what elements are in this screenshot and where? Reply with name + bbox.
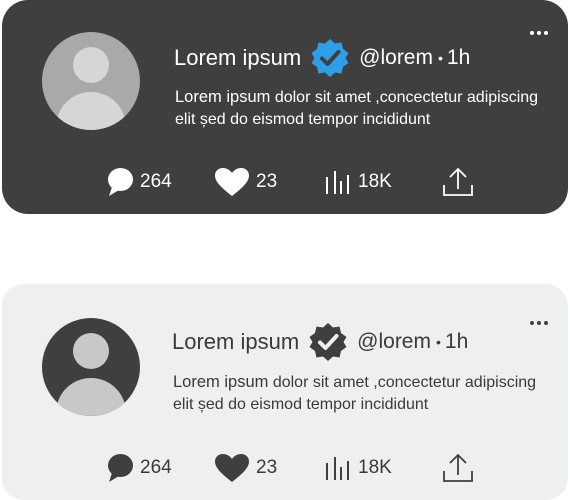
verified-badge-icon — [307, 321, 349, 363]
post-timestamp: 1h — [444, 330, 469, 353]
action-bar: 264 23 18K — [106, 166, 486, 198]
avatar-head — [73, 333, 109, 369]
post-text: Lorem ipsum dolor sit amet ,concectetur … — [175, 86, 555, 131]
separator-dot: • — [437, 50, 443, 66]
like-button[interactable]: 23 — [214, 452, 277, 484]
more-options-icon[interactable] — [530, 320, 548, 326]
reply-button[interactable]: 264 — [106, 166, 172, 198]
verified-badge-icon — [309, 37, 351, 79]
post-card-light[interactable]: Lorem ipsum @lorem • 1h Lorem ipsum dolo… — [2, 284, 568, 500]
share-button[interactable] — [442, 452, 474, 484]
heart-icon — [214, 167, 250, 197]
author-handle[interactable]: @lorem — [359, 46, 433, 70]
reply-count: 264 — [140, 171, 172, 192]
avatar[interactable] — [42, 32, 140, 130]
heart-icon — [214, 453, 250, 483]
comment-icon — [106, 453, 134, 483]
views-button[interactable]: 18K — [324, 452, 392, 484]
separator-dot: • — [435, 334, 441, 350]
avatar[interactable] — [42, 318, 140, 416]
post-text-lead: Lorem ipsum — [175, 88, 271, 106]
like-count: 23 — [256, 171, 278, 192]
author-handle[interactable]: @lorem — [357, 330, 431, 354]
share-button[interactable] — [442, 166, 474, 198]
post-card-dark[interactable]: Lorem ipsum @lorem • 1h Lorem ipsum dolo… — [2, 0, 568, 214]
more-options-icon[interactable] — [530, 30, 548, 36]
post-header: Lorem ipsum @lorem • 1h — [172, 322, 468, 362]
comment-icon — [106, 167, 134, 197]
reply-button[interactable]: 264 — [106, 452, 172, 484]
avatar-body — [56, 92, 126, 130]
author-name[interactable]: Lorem ipsum — [174, 45, 301, 71]
action-bar: 264 23 18K — [106, 452, 486, 484]
view-count: 18K — [358, 457, 392, 478]
bar-chart-icon — [324, 169, 352, 195]
post-text: Lorem ipsum dolor sit amet ,concectetur … — [173, 371, 553, 416]
view-count: 18K — [358, 171, 392, 192]
share-icon — [442, 167, 474, 197]
avatar-head — [73, 47, 109, 83]
share-icon — [442, 453, 474, 483]
avatar-body — [56, 378, 126, 416]
post-header: Lorem ipsum @lorem • 1h — [174, 38, 470, 78]
reply-count: 264 — [140, 457, 172, 478]
post-timestamp: 1h — [446, 46, 471, 69]
bar-chart-icon — [324, 455, 352, 481]
views-button[interactable]: 18K — [324, 166, 392, 198]
like-button[interactable]: 23 — [214, 166, 277, 198]
author-name[interactable]: Lorem ipsum — [172, 329, 299, 355]
post-text-lead: Lorem ipsum — [173, 373, 269, 391]
like-count: 23 — [256, 457, 278, 478]
